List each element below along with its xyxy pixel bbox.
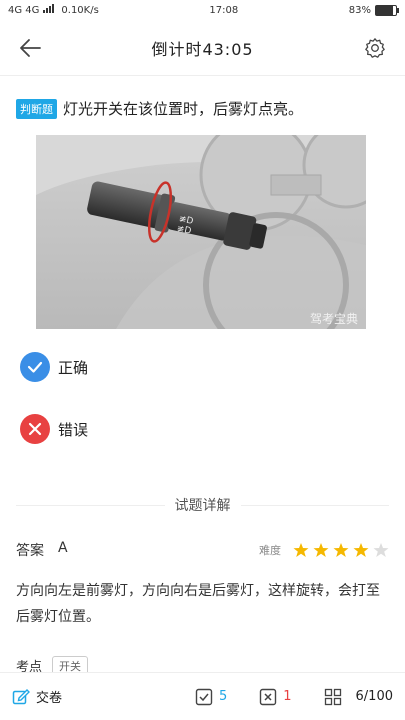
answer-value: A	[58, 540, 68, 556]
submit-button[interactable]: 交卷	[12, 687, 62, 706]
star-icon	[373, 543, 389, 557]
status-bar: 4G 4G 0.10K/s 17:08 83%	[0, 0, 405, 20]
signal-icon	[43, 4, 57, 16]
light-switch-illustration: ≢D ≢D 驾考宝典	[36, 135, 366, 329]
check-icon	[20, 352, 50, 382]
header: 倒计时43:05	[0, 20, 405, 76]
question-type-badge: 判断题	[16, 98, 57, 119]
back-button[interactable]	[16, 34, 44, 62]
submit-label: 交卷	[36, 691, 63, 706]
wrong-count-button[interactable]: 1	[259, 688, 292, 706]
star-icon	[333, 543, 349, 557]
battery-percent: 83%	[348, 4, 371, 16]
countdown-timer: 倒计时43:05	[151, 39, 254, 59]
answer-label: 答案	[16, 543, 44, 559]
cross-box-icon	[260, 688, 277, 705]
battery-fill	[376, 5, 393, 15]
gear-icon	[365, 37, 385, 58]
edit-icon	[12, 688, 30, 704]
details-section-header: 试题详解	[16, 495, 389, 515]
option-wrong-label: 错误	[58, 420, 89, 439]
question: 判断题 灯光开关在该位置时，后雾灯点亮。	[0, 76, 405, 127]
difficulty-label: 难度	[259, 544, 281, 557]
section-title: 试题详解	[174, 498, 231, 514]
status-time: 17:08	[209, 4, 239, 16]
correct-count-button[interactable]: 5	[195, 688, 227, 706]
divider	[16, 504, 165, 506]
network-speed: 0.10K/s	[61, 4, 99, 16]
settings-button[interactable]	[361, 34, 389, 62]
back-arrow-icon	[20, 38, 41, 57]
image-watermark: 驾考宝典	[310, 312, 358, 326]
explanation-text: 方向向左是前雾灯，方向向右是后雾灯，这样旋转，会打至后雾灯位置。	[16, 583, 380, 625]
grid-icon	[324, 688, 341, 705]
option-correct[interactable]: 正确	[20, 352, 88, 382]
star-icon	[353, 543, 369, 557]
star-icon	[313, 543, 329, 557]
network-indicator: 4G 4G	[8, 4, 40, 16]
star-icon	[293, 543, 309, 557]
question-grid-button[interactable]: 6/100	[324, 688, 393, 706]
check-box-icon	[195, 688, 213, 705]
question-text: 灯光开关在该位置时，后雾灯点亮。	[63, 100, 304, 118]
bottom-bar: 交卷 5 1 6/100	[0, 672, 405, 720]
difficulty-rating: 难度	[259, 542, 389, 558]
option-correct-label: 正确	[58, 358, 89, 377]
battery-icon	[375, 4, 399, 16]
answer-row: 答案 A 难度	[16, 540, 389, 560]
progress-count: 6/100	[355, 689, 393, 704]
wrong-count: 1	[283, 689, 292, 704]
question-image[interactable]: ≢D ≢D 驾考宝典	[36, 135, 366, 329]
correct-count: 5	[218, 689, 228, 704]
close-icon	[20, 414, 50, 444]
option-wrong[interactable]: 错误	[20, 414, 88, 444]
stars	[293, 542, 389, 558]
divider	[240, 504, 389, 506]
